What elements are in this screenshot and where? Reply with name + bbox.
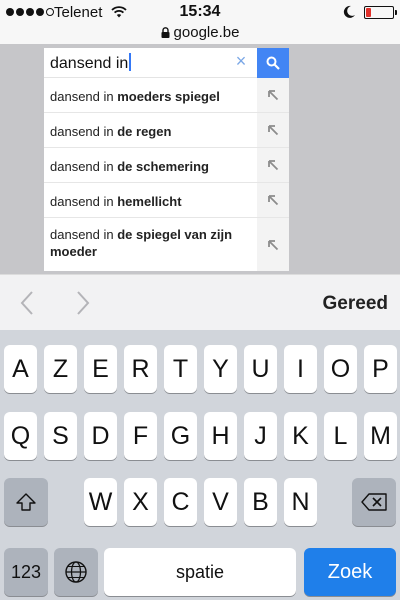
arrow-up-left-icon <box>268 125 279 136</box>
shift-key[interactable] <box>4 478 48 526</box>
key-m[interactable]: M <box>364 412 397 460</box>
search-icon <box>266 56 280 70</box>
battery-icon <box>364 6 397 19</box>
previous-field-button[interactable] <box>16 289 40 317</box>
key-u[interactable]: U <box>244 345 277 393</box>
suggestion-item[interactable]: dansend in moeders spiegel <box>44 78 289 113</box>
fill-suggestion-button[interactable] <box>257 183 289 217</box>
suggestion-list: dansend in moeders spiegel dansend in de… <box>44 78 289 271</box>
status-and-url-bar: Telenet 15:34 google.be <box>0 0 400 44</box>
delete-key[interactable] <box>352 478 396 526</box>
clock: 15:34 <box>179 3 221 20</box>
arrow-up-left-icon <box>268 90 279 101</box>
lock-icon <box>161 27 170 38</box>
key-l[interactable]: L <box>324 412 357 460</box>
suggestion-item[interactable]: dansend in hemellicht <box>44 183 289 218</box>
search-button[interactable] <box>257 48 289 78</box>
suggestion-item[interactable]: dansend in de spiegel van zijn moeder <box>44 218 289 271</box>
space-key[interactable]: spatie <box>104 548 296 596</box>
key-j[interactable]: J <box>244 412 277 460</box>
key-h[interactable]: H <box>204 412 237 460</box>
fill-suggestion-button[interactable] <box>257 148 289 182</box>
key-d[interactable]: D <box>84 412 117 460</box>
search-key[interactable]: Zoek <box>304 548 396 596</box>
key-q[interactable]: Q <box>4 412 37 460</box>
key-y[interactable]: Y <box>204 345 237 393</box>
chevron-left-icon <box>20 291 33 315</box>
suggestion-item[interactable]: dansend in de schemering <box>44 148 289 183</box>
key-i[interactable]: I <box>284 345 317 393</box>
key-w[interactable]: W <box>84 478 117 526</box>
clear-icon[interactable]: × <box>234 52 248 70</box>
fill-suggestion-button[interactable] <box>257 113 289 147</box>
chevron-right-icon <box>77 291 90 315</box>
globe-icon <box>65 561 87 583</box>
fill-suggestion-button[interactable] <box>257 218 289 271</box>
key-t[interactable]: T <box>164 345 197 393</box>
moon-icon <box>343 5 355 18</box>
fill-suggestion-button[interactable] <box>257 78 289 112</box>
key-c[interactable]: C <box>164 478 197 526</box>
key-n[interactable]: N <box>284 478 317 526</box>
search-box[interactable]: dansend in × <box>44 48 257 78</box>
key-k[interactable]: K <box>284 412 317 460</box>
key-p[interactable]: P <box>364 345 397 393</box>
numbers-key[interactable]: 123 <box>4 548 48 596</box>
key-a[interactable]: A <box>4 345 37 393</box>
battery-level <box>366 8 372 17</box>
globe-key[interactable] <box>54 548 98 596</box>
shift-arrow-icon <box>16 493 36 511</box>
keyboard: 123 spatie Zoek AZERTYUIOP QSDFGHJKLM WXCV… <box>0 330 400 600</box>
backspace-icon <box>361 493 387 511</box>
key-r[interactable]: R <box>124 345 157 393</box>
address-bar[interactable]: google.be <box>0 24 400 44</box>
done-button[interactable]: Gereed <box>323 293 388 315</box>
arrow-up-left-icon <box>268 239 279 250</box>
status-bar: Telenet 15:34 <box>0 0 400 24</box>
key-s[interactable]: S <box>44 412 77 460</box>
search-input[interactable]: dansend in <box>50 53 132 73</box>
form-accessory-bar: Gereed <box>0 274 400 330</box>
arrow-up-left-icon <box>268 195 279 206</box>
key-o[interactable]: O <box>324 345 357 393</box>
web-page: dansend in × dansend in moeders spiegel … <box>0 44 400 274</box>
url-text: google.be <box>173 24 240 41</box>
arrow-up-left-icon <box>268 160 279 171</box>
text-caret <box>129 53 132 71</box>
key-x[interactable]: X <box>124 478 157 526</box>
suggestion-item[interactable]: dansend in de regen <box>44 113 289 148</box>
key-e[interactable]: E <box>84 345 117 393</box>
key-g[interactable]: G <box>164 412 197 460</box>
key-z[interactable]: Z <box>44 345 77 393</box>
key-v[interactable]: V <box>204 478 237 526</box>
next-field-button[interactable] <box>70 289 94 317</box>
key-f[interactable]: F <box>124 412 157 460</box>
key-b[interactable]: B <box>244 478 277 526</box>
